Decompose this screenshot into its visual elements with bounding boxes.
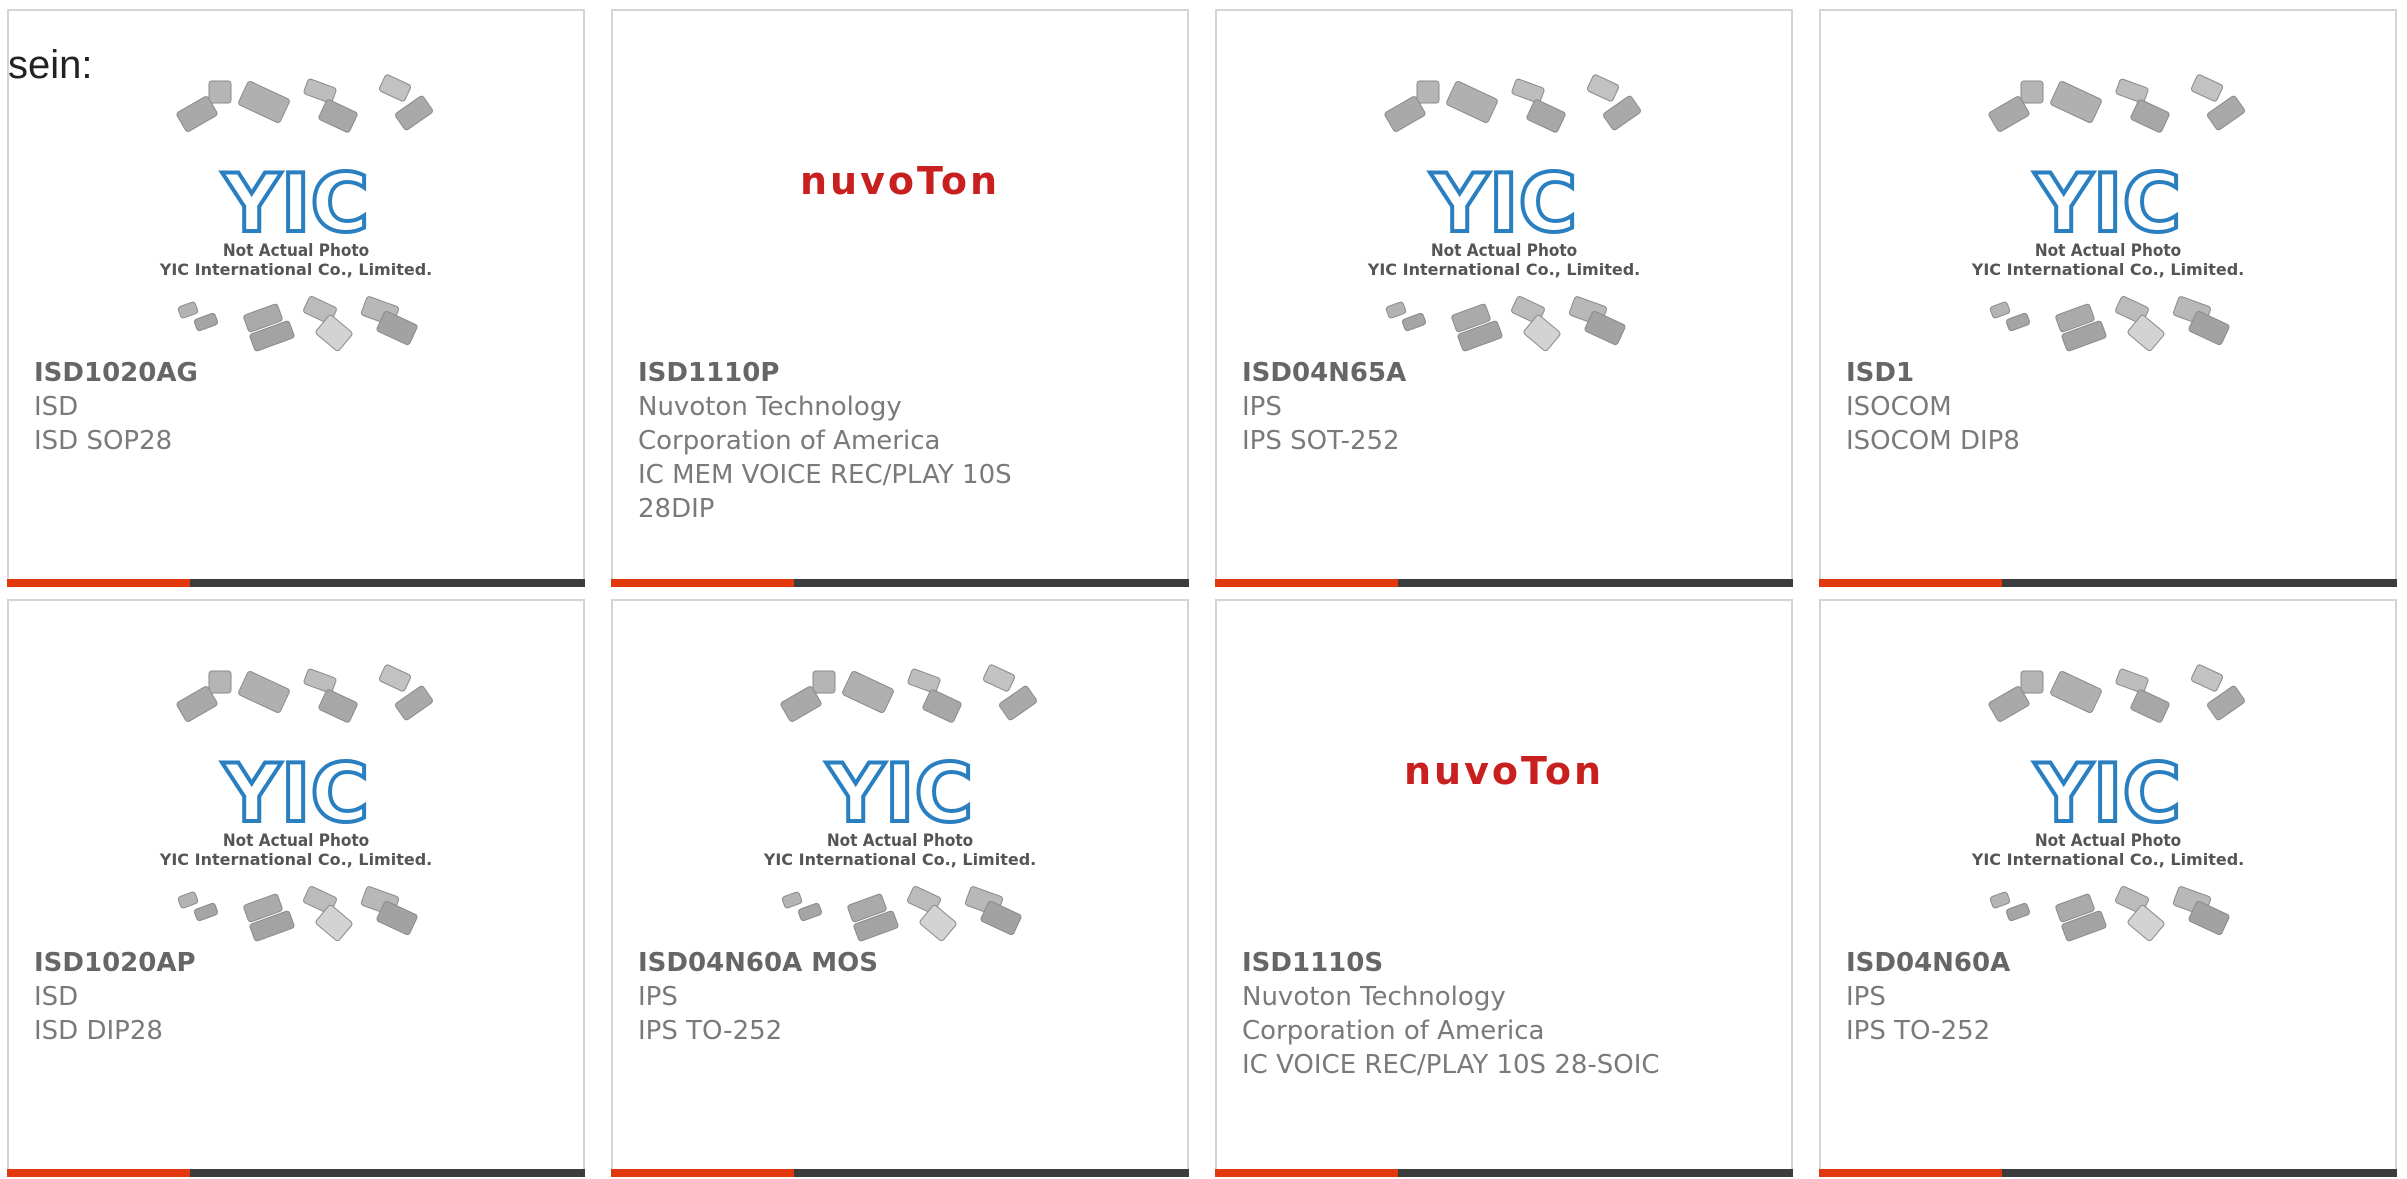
description-text: IPS SOT-252 (1242, 426, 1400, 456)
card-bottom-bar (1215, 1169, 1793, 1177)
svg-text:YIC International Co., Limited: YIC International Co., Limited. (1367, 260, 1640, 279)
bar-accent (611, 579, 794, 587)
product-image[interactable]: YIC Not Actual Photo YIC International C… (1821, 11, 2395, 356)
manufacturer-text: IPS (638, 982, 678, 1012)
description-text: IC VOICE REC/PLAY 10S 28-SOIC (1242, 1050, 1660, 1080)
product-image[interactable]: nuvoTon (1217, 601, 1791, 946)
product-card[interactable]: nuvoTon ISD1110S Nuvoton Technology Corp… (1215, 599, 1793, 1177)
bar-accent (1215, 579, 1398, 587)
part-number-link[interactable]: ISD04N60A (1846, 946, 2266, 980)
description-text: IC MEM VOICE REC/PLAY 10S 28DIP (638, 460, 1012, 524)
yic-logo-icon: YIC (2034, 747, 2181, 840)
product-card[interactable]: YIC Not Actual Photo YIC International C… (1215, 9, 1793, 587)
yic-logo-icon: YIC (222, 157, 369, 250)
chip-cluster-bottom-icon (1989, 885, 2230, 942)
svg-text:YIC International Co., Limited: YIC International Co., Limited. (1971, 260, 2244, 279)
manufacturer-text: ISOCOM (1846, 392, 1952, 422)
bar-accent (1215, 1169, 1398, 1177)
yic-logo-icon: YIC (1430, 157, 1577, 250)
card-bottom-bar (611, 1169, 1189, 1177)
manufacturer-text: Nuvoton Technology Corporation of Americ… (1242, 982, 1545, 1046)
chip-cluster-top-icon (780, 664, 1037, 723)
part-number-link[interactable]: ISD1110S (1242, 946, 1662, 980)
card-bottom-bar (7, 1169, 585, 1177)
chip-cluster-top-icon (176, 664, 433, 723)
part-number-link[interactable]: ISD1020AP (34, 946, 454, 980)
chip-cluster-bottom-icon (781, 885, 1022, 942)
svg-text:YIC International Co., Limited: YIC International Co., Limited. (763, 850, 1036, 869)
card-bottom-bar (1819, 579, 2397, 587)
product-card[interactable]: YIC Not Actual Photo YIC International C… (7, 9, 585, 587)
chip-cluster-top-icon (1988, 74, 2245, 133)
svg-text:Not Actual Photo: Not Actual Photo (223, 241, 369, 261)
product-image[interactable]: YIC Not Actual Photo YIC International C… (9, 601, 583, 946)
yic-logo-icon: YIC (826, 747, 973, 840)
chip-cluster-bottom-icon (177, 885, 418, 942)
manufacturer-text: Nuvoton Technology Corporation of Americ… (638, 392, 941, 456)
intro-text: sein: (8, 43, 93, 87)
card-bottom-bar (611, 579, 1189, 587)
bar-accent (611, 1169, 794, 1177)
svg-text:Not Actual Photo: Not Actual Photo (2035, 831, 2181, 851)
svg-text:Not Actual Photo: Not Actual Photo (223, 831, 369, 851)
manufacturer-text: IPS (1242, 392, 1282, 422)
product-card[interactable]: YIC Not Actual Photo YIC International C… (7, 599, 585, 1177)
manufacturer-text: ISD (34, 982, 79, 1012)
svg-text:YIC International Co., Limited: YIC International Co., Limited. (1971, 850, 2244, 869)
part-number-link[interactable]: ISD1020AG (34, 356, 454, 390)
chip-cluster-bottom-icon (177, 295, 418, 352)
nuvoton-logo-icon: nuvoTon (800, 159, 1000, 203)
chip-cluster-bottom-icon (1989, 295, 2230, 352)
chip-cluster-top-icon (1384, 74, 1641, 133)
product-card[interactable]: YIC Not Actual Photo YIC International C… (1819, 599, 2397, 1177)
yic-logo-icon: YIC (2034, 157, 2181, 250)
svg-text:Not Actual Photo: Not Actual Photo (1431, 241, 1577, 261)
manufacturer-text: ISD (34, 392, 79, 422)
bar-accent (7, 1169, 190, 1177)
part-number-link[interactable]: ISD04N65A (1242, 356, 1662, 390)
product-card[interactable]: nuvoTon ISD1110P Nuvoton Technology Corp… (611, 9, 1189, 587)
product-card[interactable]: YIC Not Actual Photo YIC International C… (611, 599, 1189, 1177)
part-number-link[interactable]: ISD1110P (638, 356, 1058, 390)
svg-text:Not Actual Photo: Not Actual Photo (827, 831, 973, 851)
product-image[interactable]: nuvoTon (613, 11, 1187, 356)
product-image[interactable]: YIC Not Actual Photo YIC International C… (1217, 11, 1791, 356)
description-text: ISOCOM DIP8 (1846, 426, 2020, 456)
part-number-link[interactable]: ISD1 (1846, 356, 2266, 390)
card-bottom-bar (1215, 579, 1793, 587)
bar-accent (1819, 1169, 2002, 1177)
nuvoton-logo-icon: nuvoTon (1404, 749, 1604, 793)
description-text: IPS TO-252 (638, 1016, 783, 1046)
product-image[interactable]: YIC Not Actual Photo YIC International C… (9, 11, 583, 356)
description-text: ISD SOP28 (34, 426, 173, 456)
svg-text:YIC International Co., Limited: YIC International Co., Limited. (159, 850, 432, 869)
bar-accent (1819, 579, 2002, 587)
chip-cluster-bottom-icon (1385, 295, 1626, 352)
part-number-link[interactable]: ISD04N60A MOS (638, 946, 1058, 980)
card-bottom-bar (1819, 1169, 2397, 1177)
svg-text:YIC International Co., Limited: YIC International Co., Limited. (159, 260, 432, 279)
description-text: IPS TO-252 (1846, 1016, 1991, 1046)
bar-accent (7, 579, 190, 587)
description-text: ISD DIP28 (34, 1016, 163, 1046)
chip-cluster-top-icon (176, 74, 433, 133)
chip-cluster-top-icon (1988, 664, 2245, 723)
product-image[interactable]: YIC Not Actual Photo YIC International C… (613, 601, 1187, 946)
manufacturer-text: IPS (1846, 982, 1886, 1012)
product-card[interactable]: YIC Not Actual Photo YIC International C… (1819, 9, 2397, 587)
product-image[interactable]: YIC Not Actual Photo YIC International C… (1821, 601, 2395, 946)
svg-text:Not Actual Photo: Not Actual Photo (2035, 241, 2181, 261)
yic-logo-icon: YIC (222, 747, 369, 840)
card-bottom-bar (7, 579, 585, 587)
